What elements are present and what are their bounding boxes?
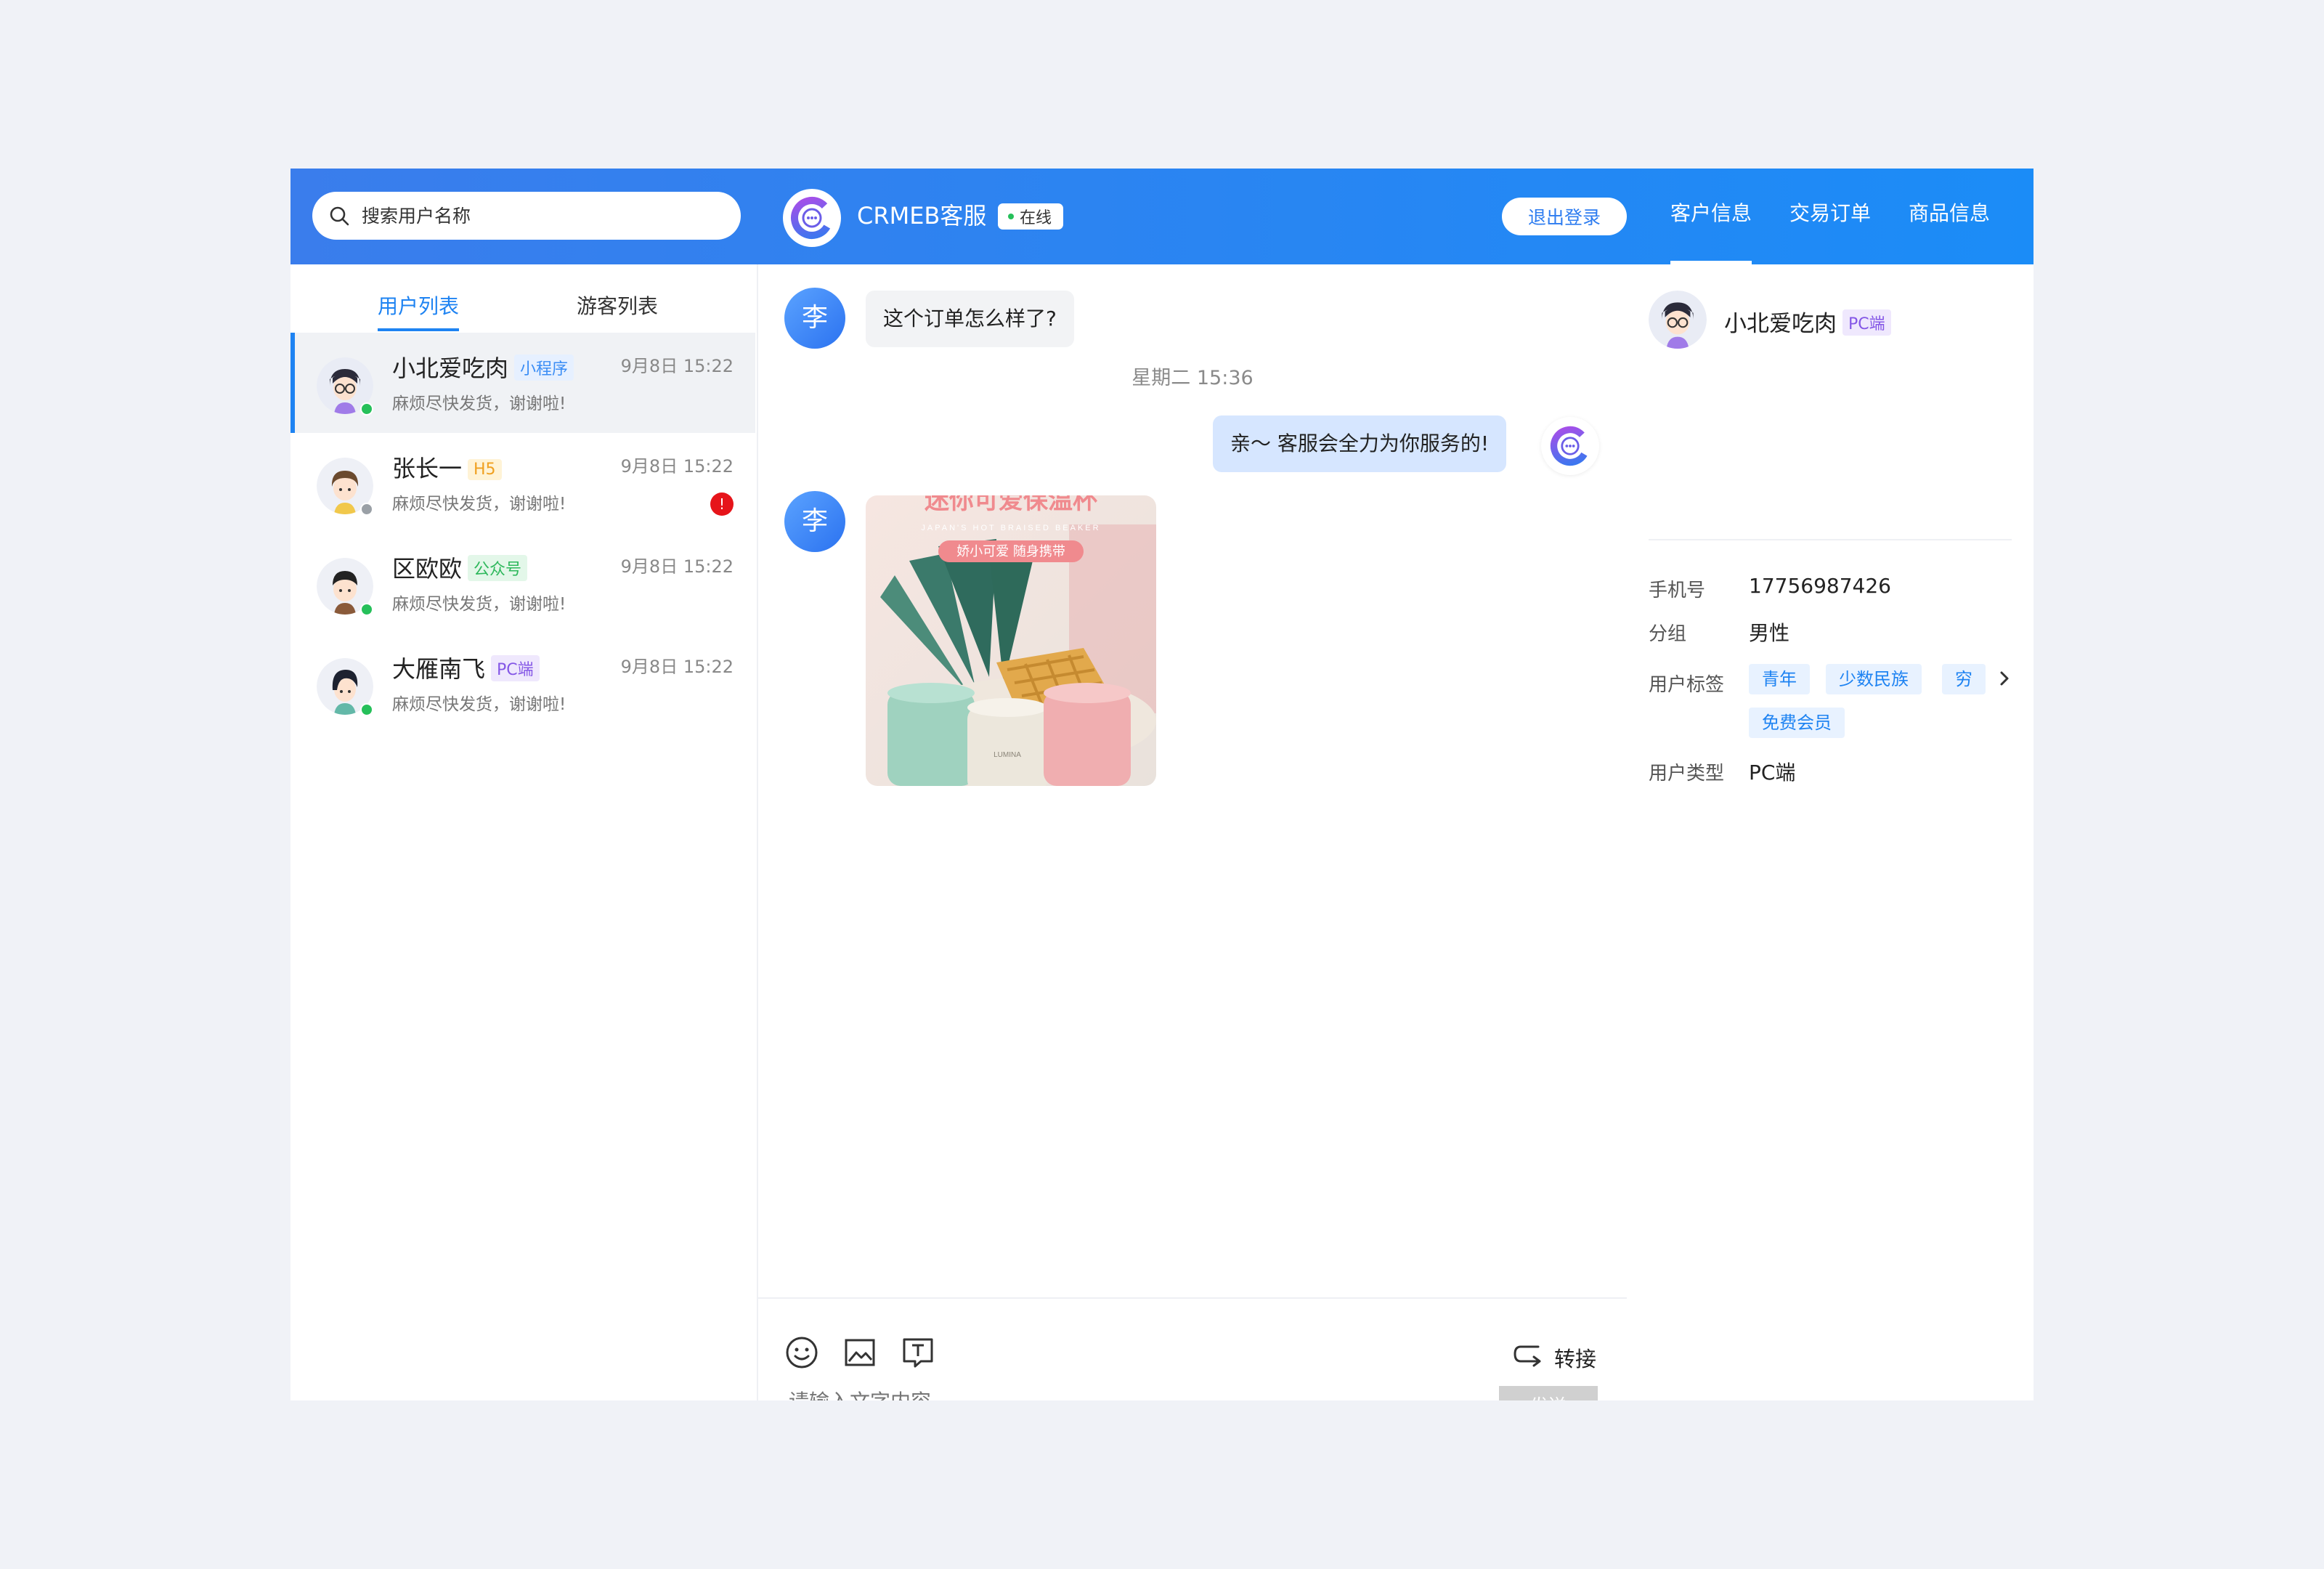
conversation-item[interactable]: 大雁南飞 PC端 麻烦尽快发货，谢谢啦! 9月8日 15:22 bbox=[290, 633, 755, 734]
contact-name: 张长一 H5 bbox=[392, 450, 502, 484]
crmeb-logo bbox=[783, 189, 841, 247]
last-message: 麻烦尽快发货，谢谢啦! bbox=[392, 495, 566, 514]
last-message: 麻烦尽快发货，谢谢啦! bbox=[392, 394, 566, 413]
group-label: 分组 bbox=[1649, 623, 1687, 645]
conversation-item[interactable]: 张长一 H5 麻烦尽快发货，谢谢啦! 9月8日 15:22 ! bbox=[290, 433, 755, 533]
chat-window: CRMEB客服 在线 退出登录 客户信息 交易订单 商品信息 用户列表 游客列表… bbox=[290, 169, 2033, 1400]
image-subtitle: JAPAN'S HOT BRAISED BEAKER bbox=[921, 524, 1100, 532]
source-badge: H5 bbox=[468, 459, 502, 480]
user-tag: 少数民族 bbox=[1826, 664, 1922, 694]
contact-name: 区欧欧 公众号 bbox=[392, 551, 528, 584]
text-icon[interactable] bbox=[901, 1335, 935, 1373]
logout-button[interactable]: 退出登录 bbox=[1502, 198, 1627, 235]
source-badge: 公众号 bbox=[468, 555, 528, 581]
contact-name: 小北爱吃肉 小程序 bbox=[392, 350, 574, 384]
outgoing-message-bubble: 亲～ 客服会全力为你服务的! bbox=[1213, 415, 1507, 472]
source-badge: 小程序 bbox=[514, 354, 574, 381]
online-status-badge: 在线 bbox=[998, 203, 1064, 230]
user-tag: 青年 bbox=[1749, 664, 1810, 694]
message-time: 9月8日 15:22 bbox=[620, 356, 734, 376]
unread-badge: ! bbox=[710, 492, 734, 516]
group-value: 男性 bbox=[1749, 621, 1790, 645]
phone-value: 17756987426 bbox=[1749, 574, 1891, 598]
online-dot-icon bbox=[1008, 214, 1014, 219]
agent-avatar bbox=[1541, 417, 1599, 475]
source-badge: PC端 bbox=[1842, 309, 1891, 336]
contact-name: 大雁南飞 PC端 bbox=[392, 651, 540, 684]
online-dot-icon bbox=[360, 703, 373, 716]
chevron-right-icon[interactable] bbox=[1994, 668, 2015, 692]
emoji-icon[interactable] bbox=[784, 1335, 819, 1373]
customer-name: 小北爱吃肉 PC端 bbox=[1724, 305, 1891, 338]
transfer-button[interactable]: 转接 bbox=[1554, 1342, 1596, 1373]
image-icon[interactable] bbox=[842, 1335, 877, 1373]
search-icon bbox=[330, 206, 349, 226]
message-time: 9月8日 15:22 bbox=[620, 456, 734, 477]
online-dot-icon bbox=[360, 402, 373, 415]
search-input[interactable] bbox=[360, 204, 712, 227]
last-message: 麻烦尽快发货，谢谢啦! bbox=[392, 595, 566, 614]
input-divider bbox=[758, 1297, 1627, 1299]
info-divider bbox=[1649, 539, 2012, 540]
phone-label: 手机号 bbox=[1649, 580, 1706, 601]
message-time: 9月8日 15:22 bbox=[620, 556, 734, 577]
message-time: 9月8日 15:22 bbox=[620, 657, 734, 677]
last-message: 麻烦尽快发货，谢谢啦! bbox=[392, 695, 566, 714]
customer-avatar bbox=[1649, 291, 1707, 349]
user-tag: 穷 bbox=[1942, 664, 1986, 694]
online-status-label: 在线 bbox=[1020, 209, 1052, 227]
tab-visitor-list[interactable]: 游客列表 bbox=[577, 291, 658, 320]
user-type-label: 用户类型 bbox=[1649, 763, 1725, 784]
offline-dot-icon bbox=[360, 503, 373, 516]
conversation-sidebar: 用户列表 游客列表 小北爱吃肉 小程序 麻烦尽快发货，谢谢啦! 9月8日 15:2… bbox=[290, 264, 758, 1400]
transfer-icon[interactable] bbox=[1511, 1339, 1543, 1374]
tab-orders[interactable]: 交易订单 bbox=[1789, 198, 1871, 227]
tab-user-list[interactable]: 用户列表 bbox=[378, 291, 459, 320]
product-image-message[interactable]: LUMINA 迷你可爱保温杯 JAPAN'S HOT BRAISED BEAKE… bbox=[866, 495, 1156, 786]
tags-label: 用户标签 bbox=[1649, 674, 1725, 696]
user-tag: 免费会员 bbox=[1749, 708, 1845, 738]
image-title: 迷你可爱保温杯 bbox=[925, 495, 1097, 515]
cup-brand-label: LUMINA bbox=[994, 751, 1021, 759]
user-avatar: 李 bbox=[784, 491, 845, 552]
search-box[interactable] bbox=[312, 192, 741, 240]
conversation-item[interactable]: 小北爱吃肉 小程序 麻烦尽快发货，谢谢啦! 9月8日 15:22 bbox=[290, 333, 755, 433]
tab-product-info[interactable]: 商品信息 bbox=[1909, 198, 1990, 227]
online-dot-icon bbox=[360, 603, 373, 616]
message-input[interactable] bbox=[787, 1389, 1589, 1400]
user-avatar: 李 bbox=[784, 288, 845, 349]
send-button[interactable]: 发送 bbox=[1499, 1386, 1598, 1400]
user-list-tab-indicator bbox=[378, 328, 459, 331]
chat-timestamp: 星期二 15:36 bbox=[1131, 367, 1254, 389]
chat-panel: 李 这个订单怎么样了? 星期二 15:36 亲～ 客服会全力为你服务的! 李 L… bbox=[758, 264, 1627, 1400]
customer-info-panel: 小北爱吃肉 PC端 手机号 17756987426 分组 男性 用户标签 青年 少… bbox=[1628, 264, 2033, 1400]
source-badge: PC端 bbox=[491, 655, 540, 681]
incoming-message-bubble: 这个订单怎么样了? bbox=[866, 291, 1074, 347]
header-bar: CRMEB客服 在线 退出登录 客户信息 交易订单 商品信息 bbox=[290, 169, 2033, 264]
user-type-value: PC端 bbox=[1749, 761, 1796, 784]
conversation-item[interactable]: 区欧欧 公众号 麻烦尽快发货，谢谢啦! 9月8日 15:22 bbox=[290, 533, 755, 633]
brand-name: CRMEB客服 bbox=[857, 202, 987, 230]
tab-customer-info[interactable]: 客户信息 bbox=[1670, 198, 1752, 227]
image-ribbon: 娇小可爱 随身携带 bbox=[956, 544, 1065, 559]
